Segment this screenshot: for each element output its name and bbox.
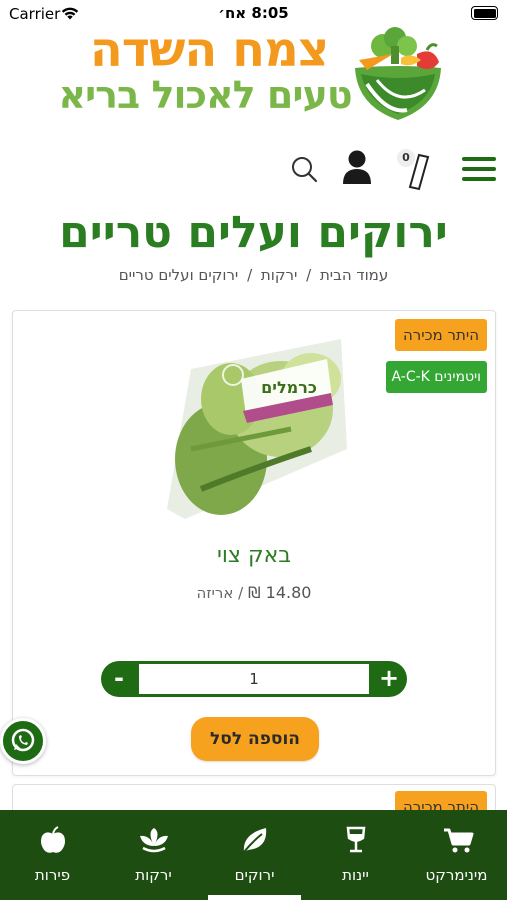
nav-item-minimarket[interactable]: מינימרקט bbox=[406, 810, 507, 900]
vitamins-badge: ויטמינים A-C-K bbox=[385, 361, 487, 393]
sprout-icon bbox=[140, 828, 168, 853]
product-image[interactable]: כרמלים bbox=[161, 339, 351, 519]
cart-count-badge: 0 bbox=[397, 149, 415, 167]
nav-label: פירות bbox=[34, 866, 71, 884]
logo-title: צמח השדה bbox=[89, 22, 329, 78]
package-brand-label: כרמלים bbox=[261, 378, 317, 397]
price-amount: 14.80 ₪ bbox=[248, 583, 312, 602]
breadcrumb-home-link[interactable]: עמוד הבית bbox=[320, 266, 388, 284]
user-account-icon[interactable] bbox=[341, 149, 373, 185]
battery-icon bbox=[471, 6, 498, 20]
price-unit: / אריזה bbox=[196, 584, 244, 602]
bottom-navigation: מינימרקט יינות ירוקים ירקות פירות bbox=[0, 810, 507, 900]
logo-tagline: טעים לאכול בריא bbox=[58, 73, 352, 117]
nav-item-wines[interactable]: יינות bbox=[305, 810, 406, 900]
cart-button[interactable]: 0 bbox=[397, 149, 431, 193]
hamburger-menu-icon[interactable] bbox=[462, 157, 496, 183]
product-card: היתר מכירה ויטמינים A-C-K כרמלים באק צוי… bbox=[12, 310, 496, 776]
product-name[interactable]: באק צוי bbox=[13, 543, 495, 568]
breadcrumb: עמוד הבית / ירקות / ירוקים ועלים טריים bbox=[0, 264, 507, 286]
whatsapp-button[interactable] bbox=[0, 718, 46, 764]
nav-label: מינימרקט bbox=[425, 866, 488, 884]
decrease-quantity-button[interactable]: - bbox=[101, 661, 137, 697]
nav-item-greens[interactable]: ירוקים bbox=[204, 810, 305, 900]
quantity-stepper: - 1 + bbox=[101, 661, 407, 697]
page-title: ירוקים ועלים טריים bbox=[59, 207, 448, 258]
wine-glass-icon bbox=[346, 826, 366, 853]
breadcrumb-current: ירוקים ועלים טריים bbox=[118, 266, 239, 284]
search-icon[interactable] bbox=[290, 155, 318, 183]
site-logo[interactable]: צמח השדה טעים לאכול בריא bbox=[55, 22, 455, 124]
clock: 8:05 אח׳ bbox=[218, 4, 289, 22]
product-price: 14.80 ₪ / אריזה bbox=[13, 583, 495, 602]
vegetable-bowl-logo-icon bbox=[355, 27, 441, 120]
active-tab-indicator bbox=[208, 895, 301, 900]
nav-item-vegetables[interactable]: ירקות bbox=[103, 810, 204, 900]
nav-label: ירקות bbox=[135, 866, 172, 884]
leaf-icon bbox=[243, 828, 267, 853]
breadcrumb-vegetables-link[interactable]: ירקות bbox=[261, 266, 297, 284]
add-to-cart-button[interactable]: הוספה לסל bbox=[191, 717, 319, 761]
breadcrumb-separator: / bbox=[306, 266, 312, 284]
header-toolbar: 0 bbox=[0, 145, 507, 195]
breadcrumb-separator: / bbox=[247, 266, 253, 284]
nav-label: ירוקים bbox=[234, 866, 275, 884]
nav-item-fruits[interactable]: פירות bbox=[2, 810, 103, 900]
quantity-input[interactable]: 1 bbox=[139, 664, 369, 694]
apple-icon bbox=[41, 826, 65, 853]
popular-badge: היתר מכירה bbox=[395, 319, 487, 351]
whatsapp-icon bbox=[11, 728, 35, 752]
increase-quantity-button[interactable]: + bbox=[371, 661, 407, 697]
cart-icon bbox=[444, 828, 474, 853]
nav-label: יינות bbox=[342, 866, 369, 884]
